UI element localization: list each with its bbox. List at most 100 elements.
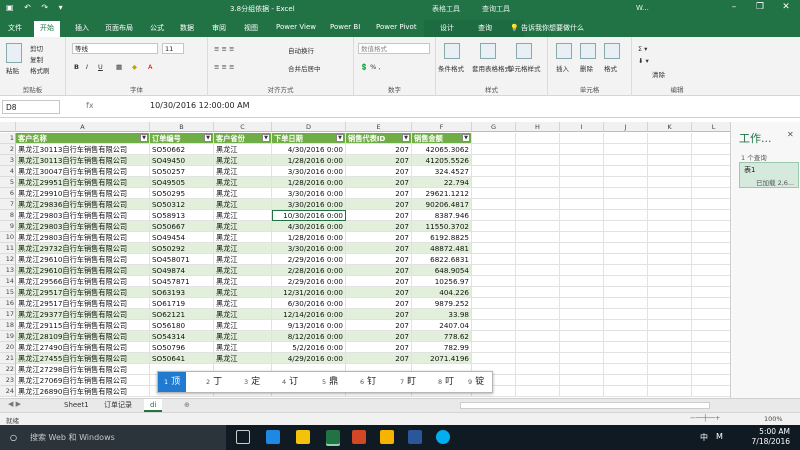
ime-language-indicator[interactable]: 中 <box>700 432 708 443</box>
table-header-cell[interactable]: 客户省份 ▼ <box>214 133 272 144</box>
table-cell[interactable] <box>604 364 648 375</box>
table-cell[interactable]: 黑龙江30113自行车销售有限公司 <box>16 144 150 155</box>
percent-icon[interactable]: 💲 % , <box>360 63 380 71</box>
table-cell[interactable]: 3/30/2016 0:00 <box>272 166 346 177</box>
table-cell[interactable]: 778.62 <box>412 331 472 342</box>
table-cell[interactable] <box>692 166 730 177</box>
table-cell[interactable] <box>648 166 692 177</box>
table-cell[interactable] <box>516 265 560 276</box>
table-cell[interactable]: 黑龙江 <box>214 155 272 166</box>
table-cell[interactable]: SO50295 <box>150 188 214 199</box>
table-header-cell[interactable] <box>692 133 730 144</box>
table-cell[interactable]: 29621.1212 <box>412 188 472 199</box>
table-cell[interactable]: 黑龙江30113自行车销售有限公司 <box>16 155 150 166</box>
table-cell[interactable] <box>472 144 516 155</box>
align-left-icon[interactable]: ≡ ≡ ≡ <box>214 63 234 71</box>
insert-cells-icon[interactable] <box>556 43 572 59</box>
fill-color-icon[interactable]: ◆ <box>132 63 137 71</box>
table-cell[interactable] <box>692 342 730 353</box>
table-cell[interactable] <box>604 210 648 221</box>
table-cell[interactable]: SO62121 <box>150 309 214 320</box>
table-cell[interactable]: 11550.3702 <box>412 221 472 232</box>
table-cell[interactable]: 黑龙江 <box>214 276 272 287</box>
table-cell[interactable]: 1/28/2016 0:00 <box>272 177 346 188</box>
table-cell[interactable]: 33.98 <box>412 309 472 320</box>
app-icon[interactable] <box>380 430 394 444</box>
table-cell[interactable] <box>692 144 730 155</box>
zoom-slider-icon[interactable]: −──┼──+ <box>690 414 720 422</box>
table-cell[interactable] <box>516 364 560 375</box>
filter-dropdown-icon[interactable]: ▼ <box>462 134 470 142</box>
table-cell[interactable]: 9/13/2016 0:00 <box>272 320 346 331</box>
table-cell[interactable] <box>472 342 516 353</box>
table-cell[interactable] <box>648 221 692 232</box>
filter-dropdown-icon[interactable]: ▼ <box>262 134 270 142</box>
table-cell[interactable]: 207 <box>346 276 412 287</box>
table-cell[interactable]: 黑龙江29910自行车销售有限公司 <box>16 188 150 199</box>
clock[interactable]: 5:00 AM 7/18/2016 <box>752 427 790 447</box>
table-cell[interactable]: 黑龙江 <box>214 177 272 188</box>
column-header-e[interactable]: E <box>346 122 412 132</box>
table-cell[interactable]: 10256.97 <box>412 276 472 287</box>
table-cell[interactable]: 4/30/2016 0:00 <box>272 144 346 155</box>
table-cell[interactable] <box>692 155 730 166</box>
table-cell[interactable]: 207 <box>346 232 412 243</box>
row-header[interactable]: 20 <box>0 342 16 353</box>
taskbar-search[interactable]: ○ 搜索 Web 和 Windows <box>0 425 226 450</box>
table-cell[interactable] <box>516 221 560 232</box>
row-header[interactable]: 4 <box>0 166 16 177</box>
close-button[interactable]: ✕ <box>774 2 798 12</box>
table-cell[interactable]: 207 <box>346 243 412 254</box>
table-cell[interactable]: 黑龙江27455自行车销售有限公司 <box>16 353 150 364</box>
table-cell[interactable] <box>560 254 604 265</box>
table-cell[interactable] <box>604 155 648 166</box>
tab-design[interactable]: 设计 <box>440 23 454 33</box>
paste-button[interactable]: 粘贴 <box>6 65 19 75</box>
bold-button[interactable]: B <box>74 63 79 71</box>
table-cell[interactable] <box>648 298 692 309</box>
table-cell[interactable] <box>560 232 604 243</box>
underline-button[interactable]: U <box>98 63 103 71</box>
table-cell[interactable] <box>516 177 560 188</box>
table-cell[interactable] <box>604 232 648 243</box>
filter-dropdown-icon[interactable]: ▼ <box>402 134 410 142</box>
row-header[interactable]: 10 <box>0 232 16 243</box>
table-cell[interactable] <box>648 353 692 364</box>
table-cell[interactable]: 41205.5526 <box>412 155 472 166</box>
table-cell[interactable] <box>516 298 560 309</box>
restore-button[interactable]: ❐ <box>748 2 772 12</box>
autosum-icon[interactable]: Σ ▾ <box>638 45 647 53</box>
table-cell[interactable]: 404.226 <box>412 287 472 298</box>
table-cell[interactable] <box>648 243 692 254</box>
table-cell[interactable]: 207 <box>346 177 412 188</box>
table-cell[interactable] <box>692 353 730 364</box>
table-cell[interactable]: 5/2/2016 0:00 <box>272 342 346 353</box>
row-header[interactable]: 5 <box>0 177 16 188</box>
format-cells-button[interactable]: 格式 <box>604 63 617 73</box>
edge-icon[interactable] <box>266 430 280 444</box>
cut-button[interactable]: 剪切 <box>30 43 43 53</box>
table-cell[interactable] <box>560 276 604 287</box>
row-header[interactable]: 13 <box>0 265 16 276</box>
tab-data[interactable]: 数据 <box>180 23 194 33</box>
ime-candidate[interactable]: 3定 <box>238 372 266 392</box>
table-cell[interactable]: 42065.3062 <box>412 144 472 155</box>
name-box[interactable]: D8 <box>2 100 60 114</box>
ime-candidate[interactable]: 5鼎 <box>316 372 344 392</box>
table-cell[interactable]: SO50312 <box>150 199 214 210</box>
format-as-table-button[interactable]: 套用表格格式 <box>472 63 511 73</box>
table-cell[interactable]: SO63193 <box>150 287 214 298</box>
table-cell[interactable]: 黑龙江29610自行车销售有限公司 <box>16 254 150 265</box>
table-cell[interactable] <box>516 320 560 331</box>
column-header-h[interactable]: H <box>516 122 560 132</box>
table-cell[interactable]: 3/30/2016 0:00 <box>272 243 346 254</box>
table-cell[interactable]: 207 <box>346 342 412 353</box>
table-cell[interactable] <box>472 221 516 232</box>
table-cell[interactable] <box>516 232 560 243</box>
merge-center-button[interactable]: 合并后居中 <box>288 63 321 73</box>
table-cell[interactable] <box>604 298 648 309</box>
table-header-cell[interactable] <box>604 133 648 144</box>
table-cell[interactable]: 黑龙江 <box>214 342 272 353</box>
add-sheet-button[interactable]: ⊕ <box>178 399 196 412</box>
table-cell[interactable] <box>692 298 730 309</box>
